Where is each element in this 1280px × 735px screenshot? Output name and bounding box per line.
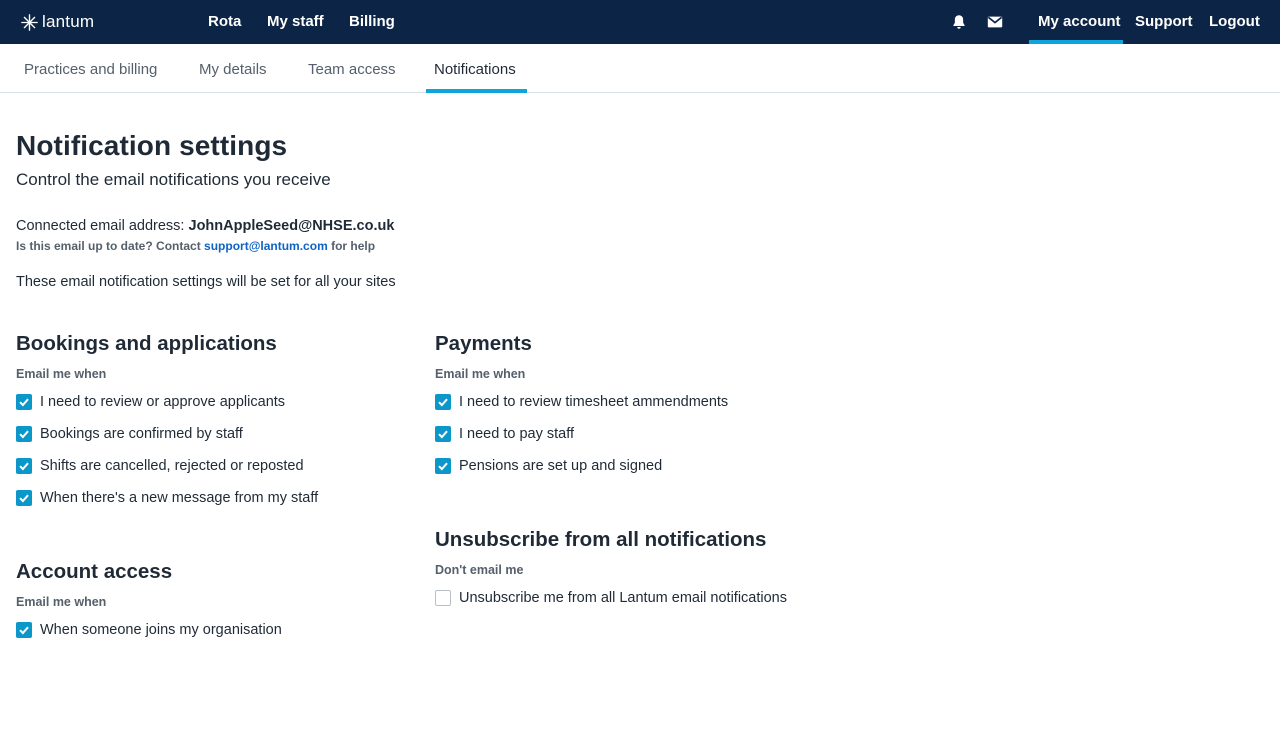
checkbox-checked[interactable] <box>16 490 32 506</box>
bell-icon[interactable] <box>950 13 968 31</box>
check-icon <box>19 462 29 471</box>
mail-icon[interactable] <box>986 13 1004 31</box>
checkbox-unchecked[interactable] <box>435 590 451 606</box>
page-title: Notification settings <box>16 130 288 161</box>
checkbox-checked[interactable] <box>16 426 32 442</box>
option-shifts-cancelled[interactable]: Shifts are cancelled, rejected or repost… <box>16 456 304 476</box>
check-icon <box>438 430 448 439</box>
top-navigation-bar: lantum Rota My staff Billing My account … <box>0 0 1280 44</box>
payments-section-title: Payments <box>435 332 532 355</box>
checkbox-checked[interactable] <box>16 394 32 410</box>
option-someone-joins[interactable]: When someone joins my organisation <box>16 620 282 640</box>
connected-email-label: Connected email address: <box>16 218 185 234</box>
tab-active-indicator <box>426 89 527 93</box>
option-label: When there's a new message from my staff <box>40 490 319 506</box>
email-help-prefix: Is this email up to date? Contact <box>16 239 201 253</box>
check-icon <box>19 398 29 407</box>
option-label: When someone joins my organisation <box>40 622 282 638</box>
option-pay-staff[interactable]: I need to pay staff <box>435 424 574 444</box>
scope-note: These email notification settings will b… <box>16 274 396 290</box>
lantum-star-icon <box>21 13 38 31</box>
option-label: Shifts are cancelled, rejected or repost… <box>40 458 304 474</box>
tab-practices-and-billing[interactable]: Practices and billing <box>24 44 157 92</box>
option-label: Pensions are set up and signed <box>459 458 663 474</box>
support-email-link[interactable]: support@lantum.com <box>204 239 328 253</box>
account-section-title: Account access <box>16 560 173 583</box>
email-help-text: Is this email up to date? Contact suppor… <box>16 239 375 253</box>
nav-my-account[interactable]: My account <box>1038 0 1121 44</box>
check-icon <box>19 626 29 635</box>
nav-billing[interactable]: Billing <box>349 0 395 44</box>
logo-wordmark: lantum <box>42 12 95 31</box>
option-new-message[interactable]: When there's a new message from my staff <box>16 488 318 508</box>
nav-support[interactable]: Support <box>1135 0 1193 44</box>
tab-team-access[interactable]: Team access <box>308 44 396 92</box>
option-label: I need to review or approve applicants <box>40 394 286 410</box>
option-timesheet-ammendments[interactable]: I need to review timesheet ammendments <box>435 392 728 412</box>
unsubscribe-caption: Don't email me <box>435 563 524 577</box>
option-unsubscribe-all[interactable]: Unsubscribe me from all Lantum email not… <box>435 588 787 608</box>
payments-caption: Email me when <box>435 367 526 381</box>
bookings-caption: Email me when <box>16 367 107 381</box>
option-label: Unsubscribe me from all Lantum email not… <box>459 590 787 606</box>
option-label: I need to review timesheet ammendments <box>459 394 729 410</box>
option-label: Bookings are confirmed by staff <box>40 426 243 442</box>
checkbox-checked[interactable] <box>435 426 451 442</box>
checkbox-checked[interactable] <box>435 458 451 474</box>
option-bookings-confirmed[interactable]: Bookings are confirmed by staff <box>16 424 243 444</box>
nav-rota[interactable]: Rota <box>208 0 241 44</box>
account-caption: Email me when <box>16 595 107 609</box>
tab-my-details[interactable]: My details <box>199 44 267 92</box>
nav-my-staff[interactable]: My staff <box>267 0 324 44</box>
lantum-logo[interactable]: lantum <box>21 12 94 32</box>
option-pensions[interactable]: Pensions are set up and signed <box>435 456 662 476</box>
unsubscribe-section-title: Unsubscribe from all notifications <box>435 528 767 551</box>
check-icon <box>438 462 448 471</box>
connected-email-value: JohnAppleSeed@NHSE.co.uk <box>188 218 395 234</box>
page-subtitle: Control the email notifications you rece… <box>16 170 331 189</box>
check-icon <box>19 430 29 439</box>
bookings-section-title: Bookings and applications <box>16 332 277 355</box>
check-icon <box>438 398 448 407</box>
option-label: I need to pay staff <box>459 426 575 442</box>
check-icon <box>19 494 29 503</box>
checkbox-checked[interactable] <box>16 458 32 474</box>
email-help-suffix: for help <box>331 239 376 253</box>
nav-logout[interactable]: Logout <box>1209 0 1260 44</box>
tab-notifications[interactable]: Notifications <box>434 44 516 92</box>
checkbox-checked[interactable] <box>435 394 451 410</box>
checkbox-checked[interactable] <box>16 622 32 638</box>
connected-email-line: Connected email address: JohnAppleSeed@N… <box>16 218 394 234</box>
option-review-approve-applicants[interactable]: I need to review or approve applicants <box>16 392 285 412</box>
account-subnav: Practices and billing My details Team ac… <box>0 44 1280 93</box>
